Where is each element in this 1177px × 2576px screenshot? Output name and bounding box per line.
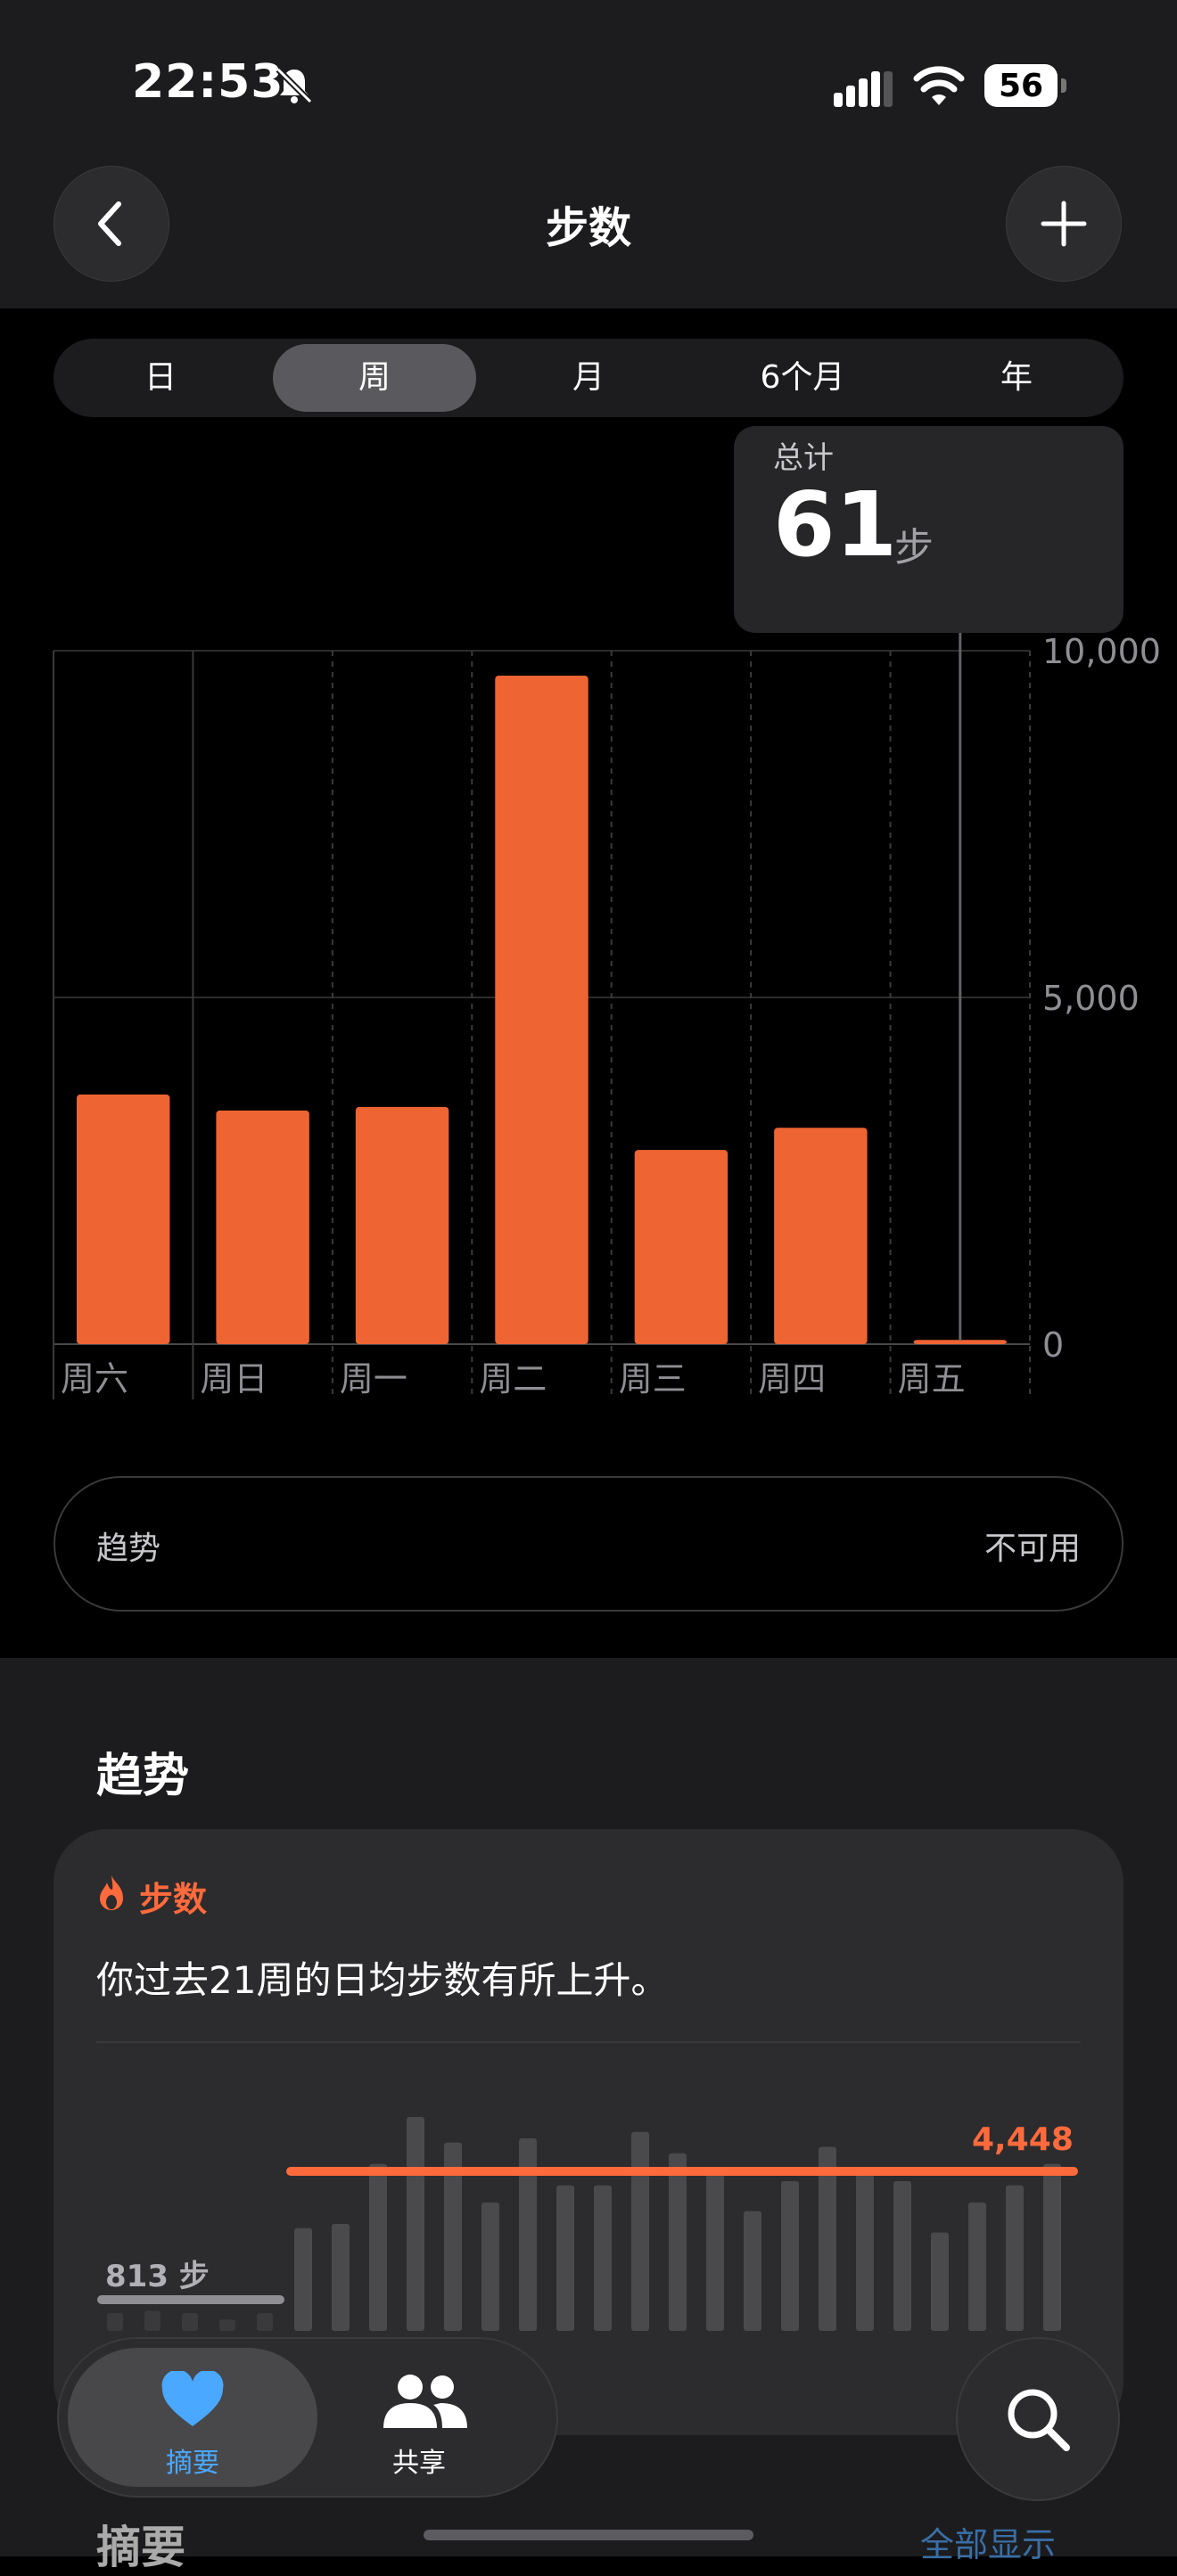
x-tick-label: 周三 — [619, 1359, 687, 1399]
summary-heading: 摘要 — [96, 2522, 185, 2573]
trend-bar — [931, 2232, 949, 2331]
people-icon — [383, 2375, 467, 2428]
trend-bar — [893, 2181, 911, 2331]
x-tick-label: 周四 — [758, 1359, 826, 1399]
x-tick-label: 周一 — [340, 1359, 407, 1399]
trend-bar — [1043, 2163, 1061, 2331]
trend-bar — [594, 2185, 612, 2331]
trend-mini-chart — [97, 2117, 1078, 2331]
tooltip-unit: 步 — [894, 525, 934, 570]
x-tick-label: 周五 — [898, 1359, 966, 1399]
trend-label: 趋势 — [96, 1530, 161, 1567]
trend-value: 不可用 — [984, 1530, 1081, 1567]
nav-header — [0, 0, 1177, 308]
trend-bar — [744, 2211, 761, 2331]
trend-card-text: 你过去21周的日均步数有所上升。 — [96, 1958, 669, 2002]
plus-icon — [1041, 201, 1087, 247]
page-title: 步数 — [545, 203, 631, 253]
period-segmented-control: 日 周 月 6个月 年 — [54, 339, 1124, 417]
tab-sharing-label: 共享 — [392, 2448, 446, 2479]
tooltip-label: 总计 — [773, 440, 834, 476]
trends-heading: 趋势 — [96, 1750, 190, 1803]
add-button[interactable] — [1006, 166, 1122, 282]
trend-low-label: 813 步 — [105, 2259, 210, 2294]
tooltip-value: 61 — [773, 472, 898, 577]
tab-sharing[interactable]: 共享 — [339, 2348, 535, 2487]
trend-bar — [144, 2310, 160, 2331]
trend-bar — [219, 2319, 235, 2331]
trend-bar — [631, 2131, 649, 2331]
battery-icon: 56 — [984, 64, 1066, 107]
total-tooltip: 总计 61 步 — [734, 426, 1124, 633]
tab-summary-label: 摘要 — [166, 2448, 219, 2479]
tab-summary[interactable]: 摘要 — [68, 2348, 317, 2487]
home-indicator — [424, 2530, 753, 2540]
chart-bar[interactable] — [495, 676, 588, 1344]
trend-bar — [332, 2224, 350, 2331]
trend-bar — [369, 2163, 387, 2331]
y-tick-label: 5,000 — [1042, 979, 1140, 1018]
trend-bar — [706, 2174, 724, 2331]
chart-bar[interactable] — [774, 1128, 868, 1344]
trend-bar — [407, 2117, 424, 2331]
bell-slash-icon — [275, 66, 314, 105]
trend-card-title: 步数 — [139, 1880, 208, 1919]
trend-bar — [556, 2185, 574, 2331]
trend-bar — [257, 2313, 273, 2331]
show-all-link[interactable]: 全部显示 — [920, 2517, 1056, 2566]
status-time: 22:53 — [132, 55, 284, 109]
battery-level: 56 — [984, 64, 1058, 107]
wifi-icon — [913, 64, 965, 109]
x-tick-label: 周六 — [61, 1359, 128, 1399]
x-tick-label: 周日 — [200, 1359, 268, 1399]
divider — [96, 2041, 1081, 2043]
trend-high-label: 4,448 — [972, 2121, 1074, 2158]
trend-bar — [669, 2153, 687, 2331]
flame-icon — [96, 1874, 127, 1913]
search-icon — [1008, 2389, 1070, 2451]
segment-day[interactable]: 日 — [54, 339, 268, 417]
chart-bar[interactable] — [355, 1106, 449, 1344]
chart-bar[interactable] — [77, 1094, 170, 1344]
trend-row[interactable]: 趋势 不可用 — [54, 1476, 1124, 1612]
trend-bar — [294, 2227, 312, 2331]
segment-year[interactable]: 年 — [910, 339, 1124, 417]
steps-bar-chart[interactable]: 10,000 5,000 0 周六 周日 周一 周二 周三 周四 周五 — [0, 624, 1177, 1408]
trend-bar — [856, 2174, 874, 2331]
chart-bar[interactable] — [634, 1150, 728, 1344]
trend-bar — [482, 2203, 499, 2331]
segment-6-months[interactable]: 6个月 — [696, 339, 910, 417]
search-button[interactable] — [956, 2337, 1120, 2501]
chart-bar[interactable] — [216, 1110, 309, 1344]
segment-month[interactable]: 月 — [482, 339, 696, 417]
x-tick-label: 周二 — [479, 1359, 547, 1399]
trend-bar — [781, 2181, 799, 2331]
y-tick-label: 10,000 — [1042, 632, 1161, 671]
y-tick-label: 0 — [1042, 1325, 1064, 1365]
trend-bar — [968, 2203, 986, 2331]
trend-bar — [182, 2313, 198, 2331]
trend-bar — [1006, 2185, 1024, 2331]
cellular-signal-icon — [834, 70, 896, 109]
trend-bar — [107, 2313, 123, 2331]
segment-week[interactable]: 周 — [273, 344, 476, 412]
heart-icon — [161, 2371, 224, 2426]
